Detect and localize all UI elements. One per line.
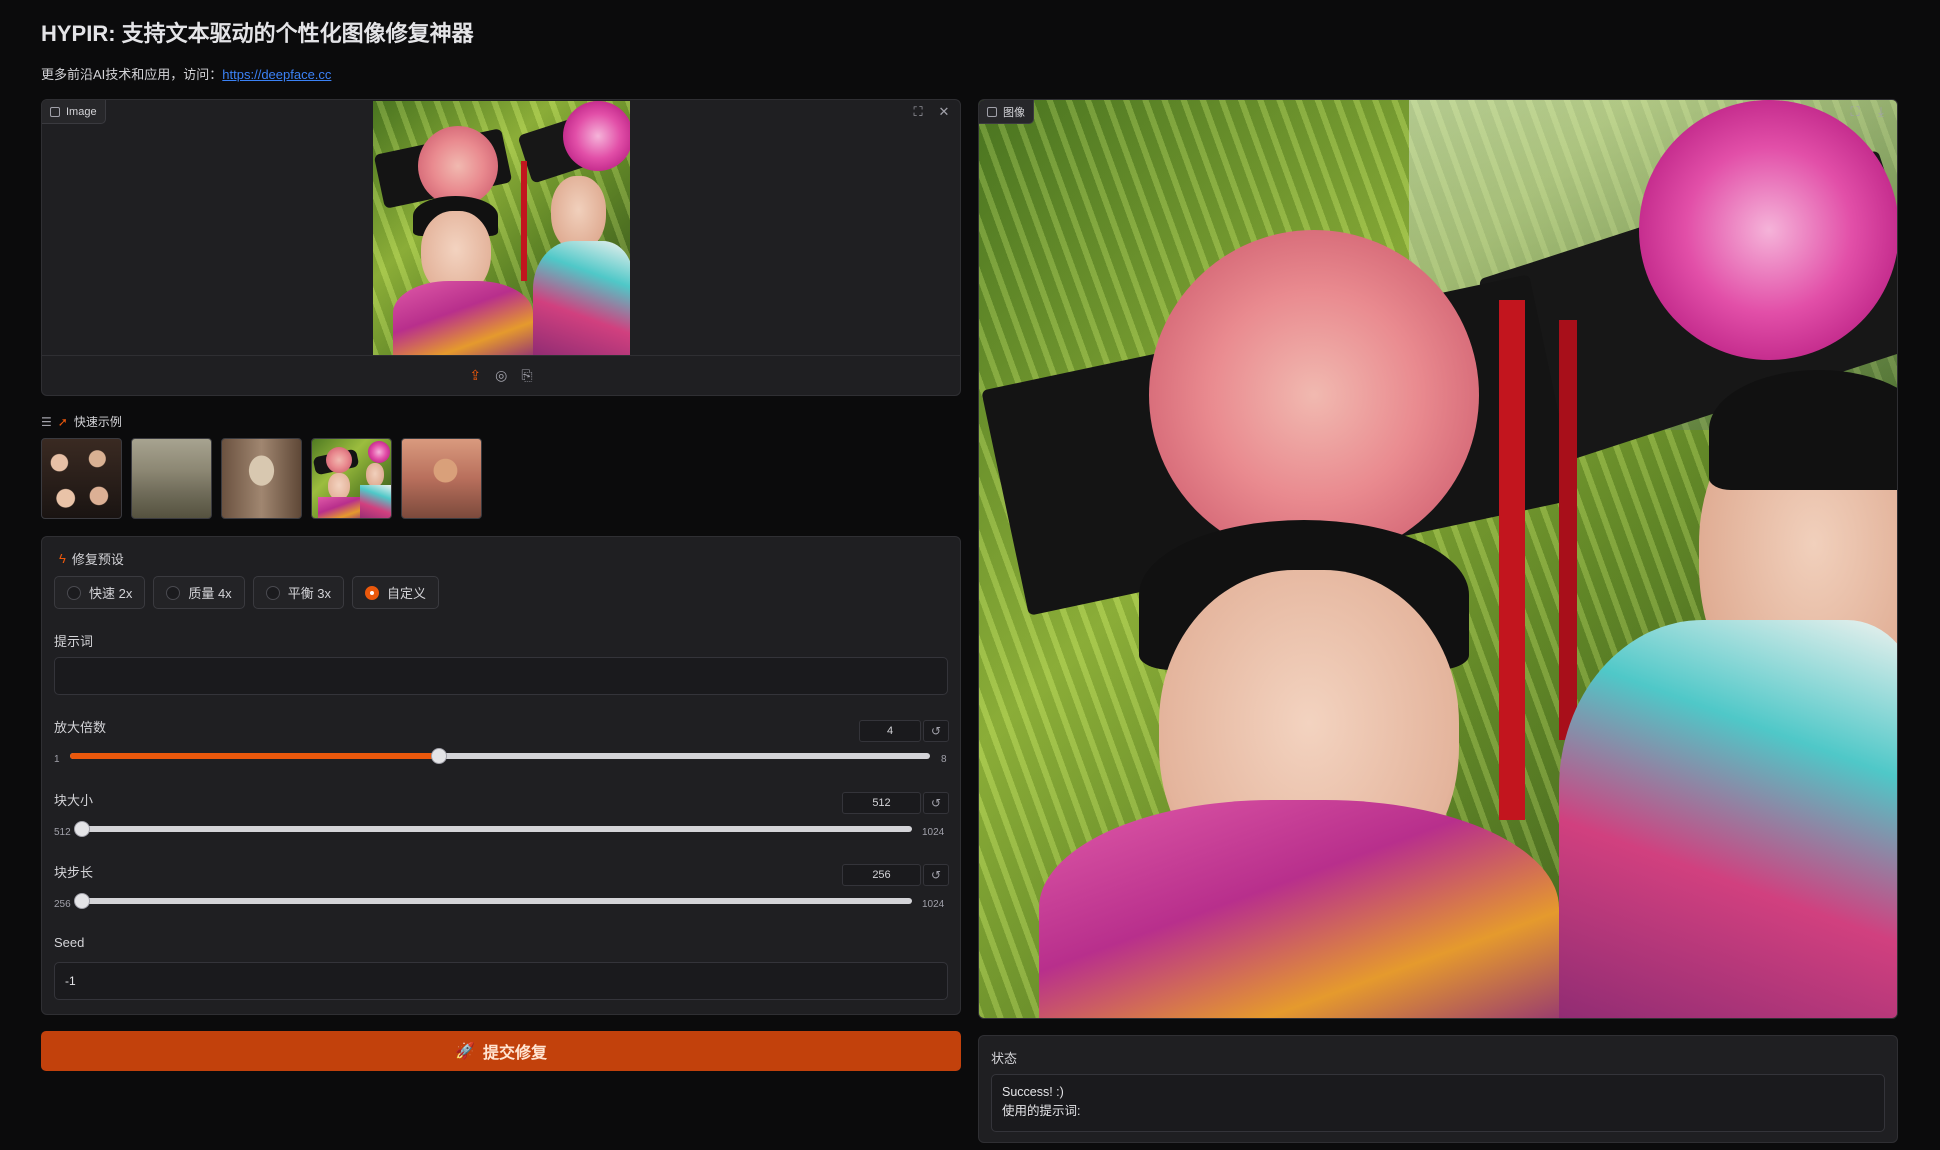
- patch-size-number-input[interactable]: 512: [842, 792, 921, 814]
- radio-dot: [365, 585, 380, 600]
- prompt-input[interactable]: [54, 657, 948, 695]
- upload-icon[interactable]: ⇪: [469, 367, 481, 384]
- input-image-label: Image: [66, 105, 97, 118]
- rocket-icon: 🚀: [455, 1043, 475, 1060]
- output-image-panel[interactable]: 图像 ⛶ ⤓: [978, 99, 1898, 1019]
- preset-quality-4x[interactable]: 质量 4x: [153, 576, 245, 609]
- preset-radio-group: 快速 2x 质量 4x 平衡 3x 自定义: [54, 576, 440, 609]
- seed-input[interactable]: -1: [54, 962, 948, 1000]
- stride-reset-button[interactable]: ↺: [923, 864, 949, 886]
- examples-label: 快速示例: [73, 415, 122, 429]
- seed-label: Seed: [54, 935, 85, 950]
- stride-number-input[interactable]: 256: [842, 864, 921, 886]
- example-thumb-3[interactable]: [221, 438, 302, 519]
- example-thumb-5[interactable]: [401, 438, 482, 519]
- page-title: HYPIR: 支持文本驱动的个性化图像修复神器: [41, 21, 474, 46]
- upscale-label: 放大倍数: [54, 720, 107, 735]
- page-subtitle: 更多前沿AI技术和应用，访问：https://deepface.cc: [41, 64, 331, 83]
- slider-track[interactable]: [82, 898, 912, 904]
- stride-label: 块步长: [54, 865, 94, 880]
- subtitle-text: 更多前沿AI技术和应用，访问：: [41, 67, 223, 82]
- prompt-label: 提示词: [54, 634, 94, 649]
- preset-fast-2x[interactable]: 快速 2x: [54, 576, 146, 609]
- radio-dot: [67, 585, 81, 600]
- input-image-panel[interactable]: Image ⛶ ✕ ⇪ ◎ ⎘: [41, 99, 961, 396]
- slider-track[interactable]: [82, 826, 912, 832]
- output-image: [979, 100, 1897, 1018]
- preset-balanced-3x[interactable]: 平衡 3x: [252, 576, 345, 609]
- preset-label: 质量 4x: [188, 586, 232, 601]
- example-thumb-1[interactable]: [41, 438, 122, 519]
- input-image-preview: [373, 101, 630, 356]
- patch-size-label: 块大小: [54, 793, 94, 808]
- example-thumb-4[interactable]: [311, 438, 392, 519]
- status-panel: 状态 Success! :) 使用的提示词:: [978, 1035, 1898, 1143]
- submit-label: 提交修复: [482, 1045, 547, 1062]
- fullscreen-icon[interactable]: ⛶: [910, 104, 926, 120]
- upscale-number-input[interactable]: 4: [859, 720, 921, 742]
- upscale-min: 1: [54, 754, 60, 765]
- submit-button[interactable]: 🚀 提交修复: [41, 1031, 961, 1071]
- examples-header: ☰ ➚ 快速示例: [41, 413, 122, 430]
- image-icon: [50, 106, 60, 117]
- preset-label: 平衡 3x: [287, 586, 332, 601]
- slider-handle[interactable]: [74, 821, 90, 837]
- download-icon[interactable]: ⤓: [1873, 104, 1889, 120]
- preset-label: 自定义: [387, 586, 427, 601]
- preset-label: 快速 2x: [89, 586, 133, 601]
- status-label: 状态: [991, 1051, 1018, 1066]
- presets-title: ϟ 修复预设: [59, 549, 124, 568]
- deepface-link[interactable]: https://deepface.cc: [222, 67, 331, 82]
- stride-max: 1024: [922, 899, 945, 910]
- clipboard-icon[interactable]: ⎘: [521, 367, 532, 384]
- patch-size-max: 1024: [922, 827, 945, 838]
- settings-panel: ϟ 修复预设 快速 2x 质量 4x 平衡 3x 自定义 提示词 放大倍数 4 …: [41, 536, 961, 1015]
- upscale-max: 8: [941, 754, 947, 765]
- fullscreen-icon[interactable]: ⛶: [1847, 104, 1863, 120]
- rocket-icon: ➚: [57, 414, 68, 429]
- output-image-tag: 图像: [979, 100, 1034, 124]
- patch-size-reset-button[interactable]: ↺: [923, 792, 949, 814]
- output-image-label: 图像: [1003, 106, 1025, 119]
- webcam-icon[interactable]: ◎: [495, 367, 507, 384]
- image-icon: [987, 106, 997, 117]
- slider-fill: [70, 753, 439, 759]
- status-output: Success! :) 使用的提示词:: [991, 1074, 1885, 1132]
- radio-dot: [166, 585, 181, 600]
- radio-dot: [265, 585, 280, 600]
- slider-handle[interactable]: [430, 748, 447, 764]
- list-icon: ☰: [41, 414, 52, 429]
- status-line-1: Success! :): [1002, 1085, 1064, 1099]
- upscale-reset-button[interactable]: ↺: [923, 720, 949, 742]
- stride-min: 256: [54, 899, 71, 910]
- input-image-tag: Image: [42, 100, 106, 124]
- close-icon[interactable]: ✕: [936, 104, 952, 120]
- bolt-icon: ϟ: [59, 551, 66, 566]
- status-line-2: 使用的提示词:: [1002, 1104, 1081, 1118]
- presets-title-text: 修复预设: [71, 552, 124, 567]
- input-image-footer: ⇪ ◎ ⎘: [42, 355, 960, 395]
- example-thumb-2[interactable]: [131, 438, 212, 519]
- patch-size-min: 512: [54, 827, 71, 838]
- preset-custom[interactable]: 自定义: [352, 576, 440, 609]
- slider-handle[interactable]: [74, 893, 90, 909]
